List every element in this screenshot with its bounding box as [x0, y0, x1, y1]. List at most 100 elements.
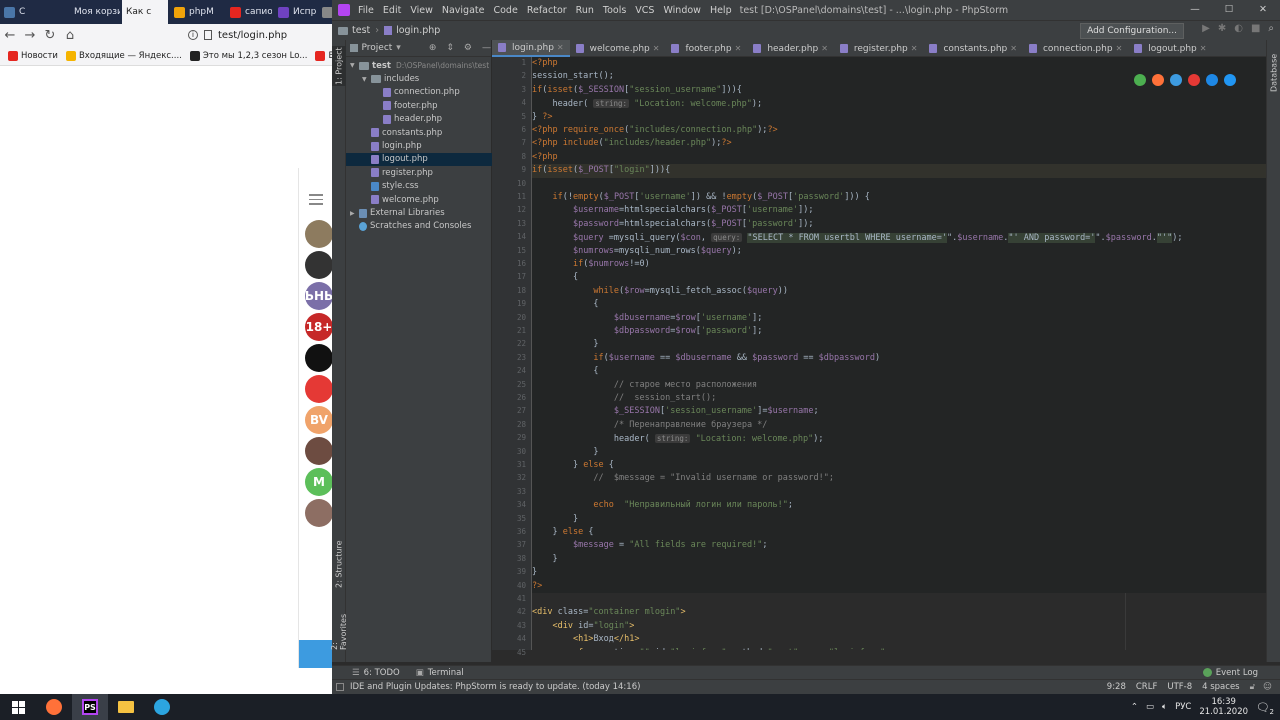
bookmark-item[interactable]: Новости — [8, 50, 58, 61]
tree-item[interactable]: ▼ includes — [346, 72, 492, 85]
menu-window[interactable]: Window — [663, 5, 700, 16]
code-line[interactable]: } — [532, 552, 1272, 567]
code-line[interactable]: $dbusername=$row['username']; — [532, 311, 1272, 325]
code-line[interactable] — [532, 593, 1272, 606]
code-line[interactable]: <?php — [532, 57, 1272, 71]
code-line[interactable]: <?php require_once("includes/connection.… — [532, 124, 1272, 138]
code-line[interactable]: while($row=mysqli_fetch_assoc($query)) — [532, 284, 1272, 299]
back-icon[interactable]: ← — [0, 28, 20, 43]
indent-setting[interactable]: 4 spaces — [1202, 682, 1239, 692]
browser-tab[interactable]: Как с — [122, 0, 168, 24]
hamburger-icon[interactable] — [309, 194, 323, 205]
code-line[interactable]: { — [532, 298, 1272, 312]
chat-avatar[interactable] — [305, 499, 332, 527]
chat-avatar[interactable]: M — [305, 468, 332, 496]
code-line[interactable]: } else { — [532, 459, 1272, 473]
editor-tab[interactable]: footer.php ✕ — [665, 40, 747, 57]
code-line[interactable]: <form action="" id="loginform" method="p… — [532, 647, 1272, 650]
menu-vcs[interactable]: VCS — [635, 5, 654, 16]
notification-icon[interactable]: 🗨︎ 2 — [1256, 701, 1274, 716]
editor-tab[interactable]: connection.php ✕ — [1023, 40, 1128, 57]
tree-arrow-icon[interactable]: ▼ — [362, 76, 371, 83]
chat-avatar[interactable] — [305, 251, 332, 279]
structure-tool-tab[interactable]: 2: Structure — [332, 540, 346, 588]
code-line[interactable]: <div id="login"> — [532, 620, 1272, 633]
code-line[interactable]: $dbpassword=$row['password']; — [532, 325, 1272, 339]
code-line[interactable]: $_SESSION['session_username']=$username; — [532, 405, 1272, 419]
close-tab-icon[interactable]: ✕ — [1116, 44, 1123, 53]
code-line[interactable]: header( string: "Location: welcome.php")… — [532, 97, 1272, 111]
code-line[interactable]: <h1>Вход</h1> — [532, 633, 1272, 646]
ie-icon[interactable] — [1206, 74, 1218, 86]
code-line[interactable]: $numrows=mysqli_num_rows($query); — [532, 244, 1272, 258]
taskbar-telegram[interactable] — [144, 694, 180, 720]
code-line[interactable]: $username=htmlspecialchars($_POST['usern… — [532, 204, 1272, 218]
project-tool-tab[interactable]: 1: Project — [332, 46, 346, 86]
event-log-tab[interactable]: Event Log — [1216, 668, 1258, 678]
chat-avatar[interactable] — [305, 437, 332, 465]
locate-icon[interactable]: ⊕ — [429, 43, 437, 53]
tree-item[interactable]: footer.php — [346, 99, 492, 112]
code-line[interactable]: $message = "All fields are required!"; — [532, 539, 1272, 553]
chevron-down-icon[interactable]: ▾ — [396, 43, 401, 53]
keyboard-language[interactable]: РУС — [1175, 702, 1191, 712]
taskbar-windows-start[interactable] — [0, 694, 36, 720]
status-toggle-icon[interactable] — [336, 683, 344, 691]
project-view-selector[interactable]: Project — [362, 43, 393, 53]
close-icon[interactable]: ✕ — [1246, 0, 1280, 20]
breadcrumb-file[interactable]: login.php — [396, 25, 440, 36]
code-line[interactable]: } ?> — [532, 110, 1272, 124]
close-tab-icon[interactable]: ✕ — [1200, 44, 1207, 53]
editor-tab[interactable]: welcome.php ✕ — [570, 40, 666, 57]
editor-tab[interactable]: constants.php ✕ — [923, 40, 1023, 57]
chat-avatar[interactable] — [305, 375, 332, 403]
tree-item[interactable]: Scratches and Consoles — [346, 220, 492, 233]
taskbar-phpstorm[interactable]: PS — [72, 694, 108, 720]
code-line[interactable]: <?php include("includes/header.php");?> — [532, 137, 1272, 151]
browser-tab[interactable] — [48, 0, 68, 24]
add-configuration-button[interactable]: Add Configuration... — [1080, 23, 1184, 39]
favorites-tool-tab[interactable]: 2: Favorites — [330, 606, 348, 650]
coverage-icon[interactable]: ◐ — [1234, 23, 1243, 34]
menu-navigate[interactable]: Navigate — [442, 5, 485, 16]
browser-tab[interactable]: phpM — [170, 0, 224, 24]
code-line[interactable]: header( string: "Location: welcome.php")… — [532, 432, 1272, 446]
menu-run[interactable]: Run — [576, 5, 594, 16]
safari-icon[interactable] — [1170, 74, 1182, 86]
close-tab-icon[interactable]: ✕ — [821, 44, 828, 53]
reload-icon[interactable]: ↻ — [40, 28, 60, 43]
edge-icon[interactable] — [1224, 74, 1236, 86]
run-icon[interactable]: ▶ — [1202, 23, 1210, 34]
tree-item[interactable]: style.css — [346, 180, 492, 193]
debug-icon[interactable]: ✱ — [1218, 23, 1226, 34]
code-line[interactable]: ?> — [532, 579, 1272, 593]
tree-item[interactable]: constants.php — [346, 126, 492, 139]
tree-item[interactable]: ▶ External Libraries — [346, 206, 492, 219]
code-editor[interactable]: <?php session_start(); if(isset($_SESSION[… — [532, 57, 1280, 650]
tree-arrow-icon[interactable]: ▶ — [350, 210, 359, 217]
code-line[interactable]: if(!empty($_POST['username']) && !empty(… — [532, 191, 1272, 205]
code-line[interactable]: <div class="container mlogin"> — [532, 606, 1272, 619]
terminal-tab[interactable]: Terminal — [428, 668, 464, 678]
status-message[interactable]: IDE and Plugin Updates: PhpStorm is read… — [350, 682, 640, 692]
browser-tab[interactable]: С — [0, 0, 46, 24]
code-line[interactable]: // старое место расположения — [532, 378, 1272, 392]
code-line[interactable]: } — [532, 512, 1272, 526]
menu-file[interactable]: File — [358, 5, 374, 16]
close-tab-icon[interactable]: ✕ — [653, 44, 660, 53]
editor-tab[interactable]: register.php ✕ — [834, 40, 924, 57]
code-line[interactable]: if($numrows!=0) — [532, 258, 1272, 272]
code-line[interactable]: <?php — [532, 150, 1272, 165]
editor-tab[interactable]: header.php ✕ — [747, 40, 834, 57]
bookmark-item[interactable]: Вакансия Ju — [315, 50, 332, 61]
line-separator[interactable]: CRLF — [1136, 682, 1157, 692]
code-line[interactable]: } — [532, 566, 1272, 580]
network-icon[interactable]: ▭ — [1146, 702, 1154, 712]
close-tab-icon[interactable]: ✕ — [557, 43, 564, 52]
tree-item[interactable]: ▼ test D:\OSPanel\domains\test — [346, 59, 492, 72]
tree-item[interactable]: connection.php — [346, 86, 492, 99]
chat-avatar[interactable]: 18+ — [305, 313, 332, 341]
close-tab-icon[interactable]: ✕ — [911, 44, 918, 53]
code-line[interactable]: // $message = "Invalid username or passw… — [532, 472, 1272, 486]
code-line[interactable]: $password=htmlspecialchars($_POST['passw… — [532, 217, 1272, 232]
